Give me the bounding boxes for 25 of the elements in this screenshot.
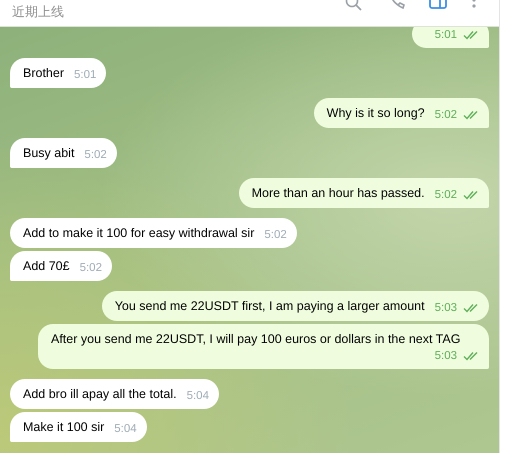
message-text: Add 70£ <box>23 258 70 275</box>
message-time: 5:02 <box>80 261 102 275</box>
message-text: After you send me 22USDT, I will pay 100 euros or dollars in the next TAG <box>51 331 460 348</box>
message-time: 5:01 <box>434 28 457 42</box>
message-text: Busy abit <box>23 145 74 162</box>
message-text: You send me 22USDT first, I am paying a larger amount <box>114 298 425 315</box>
last-seen-status: 近期上线 <box>12 3 64 21</box>
sidebar-icon[interactable] <box>429 0 447 10</box>
search-icon[interactable] <box>345 0 363 12</box>
message-text: Add to make it 100 for easy withdrawal sir <box>23 225 254 242</box>
message-text: Add bro ill apay all the total. <box>23 386 177 403</box>
message-time: 5:02 <box>264 228 287 242</box>
message-time: 5:04 <box>186 389 209 403</box>
message-time: 5:04 <box>114 422 137 436</box>
message-time: 5:03 <box>434 301 457 315</box>
message-text: Why is it so long? <box>326 105 425 122</box>
more-icon[interactable] <box>471 0 477 10</box>
message-text: More than an hour has passed. <box>252 185 425 202</box>
message-time: 5:02 <box>434 188 457 202</box>
message-text: Make it 100 sir <box>23 419 104 436</box>
message-time: 5:01 <box>74 68 96 82</box>
message-time: 5:02 <box>84 148 107 162</box>
message-text: Brother <box>23 65 64 82</box>
message-time: 5:03 <box>434 349 457 363</box>
message-time: 5:02 <box>434 108 457 122</box>
